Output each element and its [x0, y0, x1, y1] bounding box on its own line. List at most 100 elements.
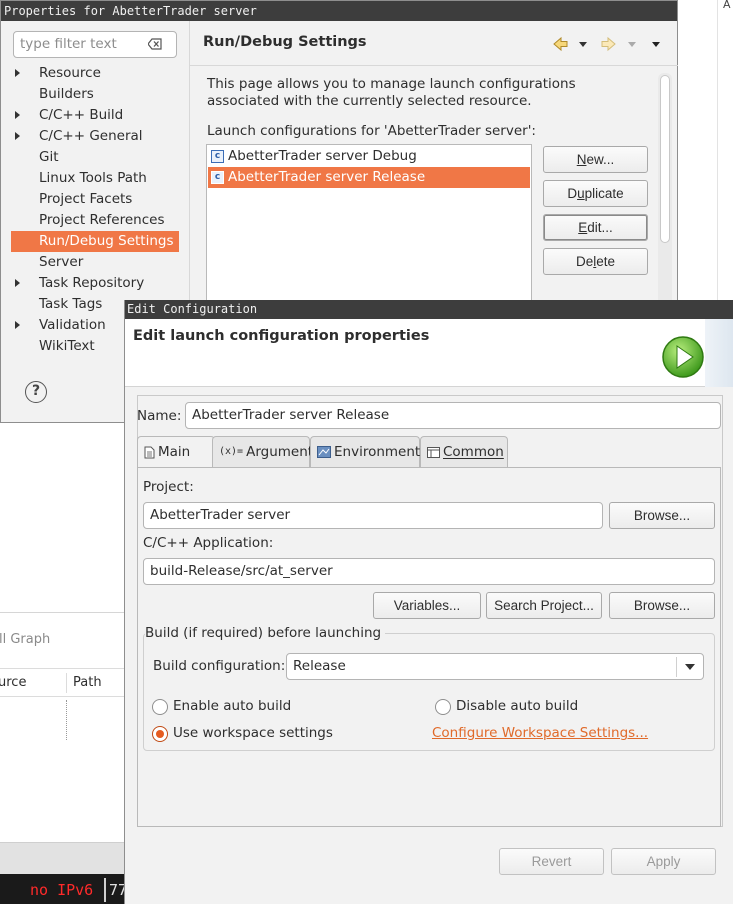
list-item[interactable]: c AbetterTrader server Release	[208, 167, 530, 188]
tree-item[interactable]: Git	[11, 147, 179, 168]
environment-icon	[317, 446, 331, 458]
build-group-label: Build (if required) before launching	[145, 625, 386, 641]
tree-item-label: C/C++ General	[39, 128, 143, 144]
revert-button[interactable]: Revert	[499, 848, 604, 875]
background-statusbar	[0, 842, 126, 874]
chevron-down-icon	[685, 664, 695, 670]
tab-common-label: Common	[443, 444, 504, 460]
name-label: Name:	[137, 408, 182, 424]
tree-item-label: Validation	[39, 317, 106, 333]
document-icon	[144, 446, 155, 458]
application-field[interactable]: build-Release/src/at_server	[143, 558, 715, 585]
page-description: This page allows you to manage launch co…	[207, 76, 576, 109]
help-icon[interactable]: ?	[25, 381, 47, 403]
edit-config-titlebar[interactable]: Edit Configuration	[125, 300, 733, 319]
tree-item[interactable]: Builders	[11, 84, 179, 105]
column-path[interactable]: Path	[73, 675, 102, 690]
back-menu-icon[interactable]	[579, 42, 587, 47]
run-icon	[662, 336, 704, 378]
column-source[interactable]: urce	[0, 675, 26, 690]
expand-arrow-icon[interactable]	[15, 321, 20, 329]
tab-main[interactable]: Main	[137, 436, 215, 469]
table-header: urce Path	[0, 668, 126, 697]
new-button[interactable]: New...	[543, 146, 648, 173]
application-label: C/C++ Application:	[143, 535, 274, 551]
launch-config-list[interactable]: c AbetterTrader server Debug c AbetterTr…	[206, 144, 532, 304]
config-tabs: Main (x)= Arguments Environment Common	[137, 436, 721, 469]
browse-project-button[interactable]: Browse...	[609, 502, 715, 529]
expand-arrow-icon[interactable]	[15, 69, 20, 77]
expand-arrow-icon[interactable]	[15, 111, 20, 119]
background-view: ll Graph urce Path no IPv6 77	[0, 612, 127, 904]
forward-menu-icon[interactable]	[628, 42, 636, 47]
browse-application-button[interactable]: Browse...	[609, 592, 715, 619]
scrollbar-thumb[interactable]	[660, 75, 670, 243]
page-title: Run/Debug Settings	[203, 34, 367, 50]
build-config-value: Release	[293, 658, 346, 674]
delete-button[interactable]: Delete	[543, 248, 648, 275]
tree-item-label: Linux Tools Path	[39, 170, 147, 186]
tree-item[interactable]: Project Facets	[11, 189, 179, 210]
filter-placeholder: type filter text	[20, 36, 117, 52]
tree-item-label: Server	[39, 254, 84, 270]
terminal-text: no IPv6	[30, 881, 94, 899]
tab-arguments-label: Arguments	[246, 444, 321, 460]
background-letter: A	[723, 0, 731, 11]
forward-arrow-icon[interactable]	[601, 36, 616, 52]
project-field[interactable]: AbetterTrader server	[143, 502, 603, 529]
enable-auto-build-label: Enable auto build	[173, 698, 292, 714]
disable-auto-build-radio[interactable]	[435, 699, 451, 715]
dialog-header: Edit launch configuration properties	[125, 319, 733, 387]
tree-item-label: Project Facets	[39, 191, 133, 207]
tree-item-label: Run/Debug Settings	[39, 233, 174, 249]
tab-environment[interactable]: Environment	[310, 436, 420, 468]
dialog-heading: Edit launch configuration properties	[133, 328, 430, 344]
tab-common[interactable]: Common	[420, 436, 508, 468]
list-item[interactable]: c AbetterTrader server Debug	[208, 146, 530, 167]
properties-titlebar[interactable]: Properties for AbetterTrader server	[1, 1, 677, 21]
apply-button[interactable]: Apply	[611, 848, 716, 875]
tree-item[interactable]: Server	[11, 252, 179, 273]
tree-item[interactable]: Resource	[11, 63, 179, 84]
tree-item-label: C/C++ Build	[39, 107, 124, 123]
common-icon	[427, 446, 440, 458]
search-project-button[interactable]: Search Project...	[486, 592, 602, 619]
build-config-select[interactable]: Release	[286, 653, 704, 680]
background-window-edge: A	[717, 0, 733, 300]
tree-item[interactable]: Linux Tools Path	[11, 168, 179, 189]
navigation-arrows	[553, 36, 660, 52]
use-workspace-radio[interactable]	[152, 726, 168, 742]
back-arrow-icon[interactable]	[553, 36, 568, 52]
launch-configs-label: Launch configurations for 'AbetterTrader…	[207, 123, 536, 139]
enable-auto-build-radio[interactable]	[152, 699, 168, 715]
disable-auto-build-label: Disable auto build	[456, 698, 579, 714]
configure-workspace-link[interactable]: Configure Workspace Settings...	[432, 725, 648, 741]
use-workspace-label: Use workspace settings	[173, 725, 333, 741]
c-launch-icon: c	[211, 171, 224, 184]
tree-item[interactable]: Project References	[11, 210, 179, 231]
clear-filter-icon[interactable]	[148, 38, 162, 50]
tree-item-label: Resource	[39, 65, 101, 81]
tree-item[interactable]: Task Repository	[11, 273, 179, 294]
name-field[interactable]: AbetterTrader server Release	[185, 402, 721, 429]
call-graph-tab[interactable]: ll Graph	[0, 632, 50, 647]
variables-button[interactable]: Variables...	[373, 592, 481, 619]
c-launch-icon: c	[211, 150, 224, 163]
duplicate-button[interactable]: Duplicate	[543, 180, 648, 207]
tab-environment-label: Environment	[334, 444, 421, 460]
terminal-strip: no IPv6 77	[0, 874, 127, 904]
expand-arrow-icon[interactable]	[15, 132, 20, 140]
tree-item[interactable]: Run/Debug Settings	[11, 231, 179, 252]
filter-input[interactable]: type filter text	[13, 31, 177, 58]
project-label: Project:	[143, 479, 194, 495]
edit-button[interactable]: Edit...	[543, 214, 648, 241]
tree-item[interactable]: C/C++ Build	[11, 105, 179, 126]
scrollbar[interactable]	[658, 73, 672, 305]
view-menu-icon[interactable]	[652, 42, 660, 47]
tree-item[interactable]: C/C++ General	[11, 126, 179, 147]
tab-arguments[interactable]: (x)= Arguments	[212, 436, 320, 468]
expand-arrow-icon[interactable]	[15, 279, 20, 287]
arguments-icon: (x)=	[219, 446, 244, 457]
edit-configuration-dialog: Edit Configuration Edit launch configura…	[124, 300, 733, 904]
launch-config-label: AbetterTrader server Release	[228, 169, 426, 185]
